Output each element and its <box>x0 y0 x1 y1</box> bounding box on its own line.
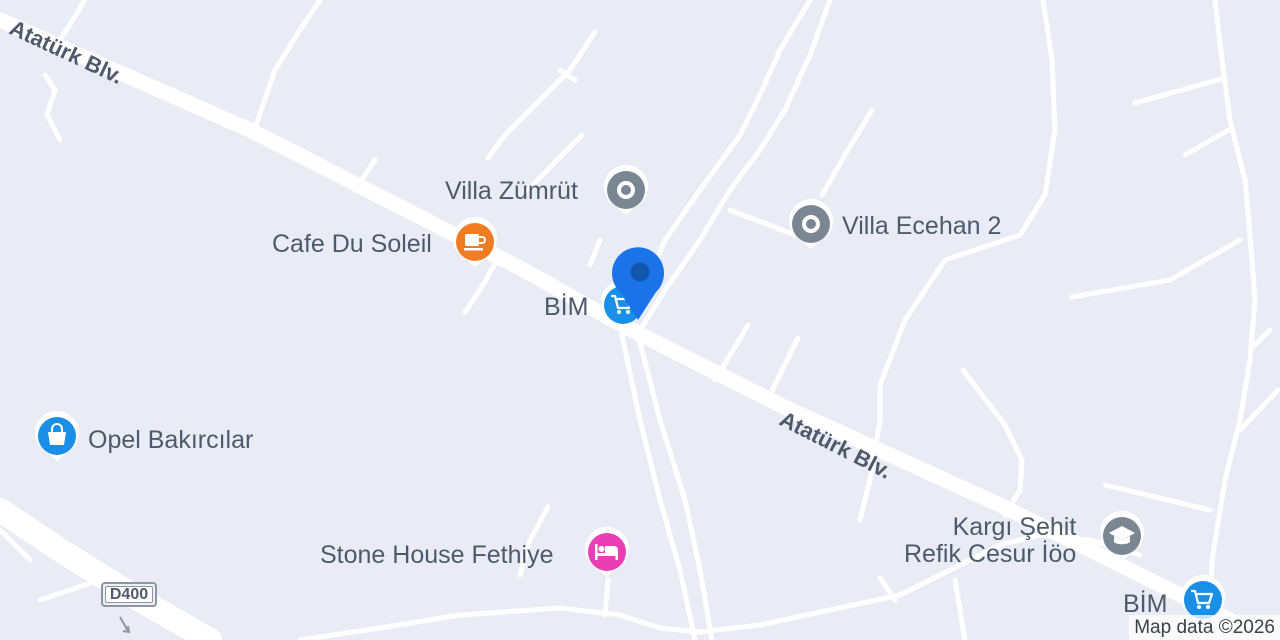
poi-label: Opel Bakırcılar <box>88 426 254 454</box>
highway-d400 <box>0 498 222 640</box>
poi-label: Stone House Fethiye <box>320 541 554 569</box>
poi-label: Cafe Du Soleil <box>272 230 432 258</box>
poi-label: Kargı Şehit Refik Cesur İöo <box>904 513 1077 568</box>
poi-label: Villa Zümrüt <box>445 177 578 205</box>
poi-label: BİM <box>544 293 589 321</box>
bed-icon <box>585 526 629 577</box>
route-shield-label: D400 <box>105 586 153 603</box>
poi-label: BİM <box>1123 590 1168 618</box>
pin-icon <box>604 164 648 215</box>
shopping-bag-icon <box>35 410 79 461</box>
location-marker-icon[interactable] <box>612 244 668 324</box>
route-shield-d400: D400 <box>101 582 157 607</box>
cafe-icon <box>453 216 497 267</box>
poi-label: Villa Ecehan 2 <box>842 212 1002 240</box>
pin-icon <box>789 198 833 249</box>
map-attribution: Map data ©2026 <box>1129 615 1280 640</box>
map-canvas[interactable]: Atatürk Blv. Atatürk Blv. D400 Villa Züm… <box>0 0 1280 640</box>
school-icon <box>1100 510 1144 561</box>
